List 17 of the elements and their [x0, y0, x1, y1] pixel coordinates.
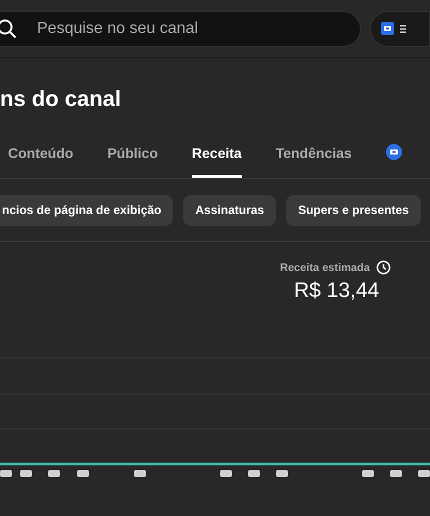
clock-icon — [376, 260, 391, 275]
tab[interactable]: Público — [107, 145, 158, 178]
app-icon — [386, 144, 402, 160]
metric-value: R$ 13,44 — [294, 279, 380, 303]
filter-chip[interactable]: Assinaturas — [183, 194, 276, 226]
page-title: ns do canal — [0, 86, 122, 112]
menu-icon — [400, 24, 406, 34]
filter-chip[interactable]: Supers e presentes — [286, 194, 421, 226]
metric-label: Receita estimada — [280, 262, 370, 274]
filter-chip[interactable]: ncios de página de exibição — [0, 194, 174, 226]
app-icon — [381, 22, 394, 35]
tab[interactable]: Receita — [192, 145, 242, 178]
tab[interactable]: Tendências — [276, 145, 352, 178]
tab[interactable]: Conteúdo — [8, 145, 74, 178]
search-icon — [0, 18, 17, 38]
extension-button[interactable] — [370, 10, 430, 46]
search-bar[interactable]: Pesquise no seu canal — [0, 10, 361, 46]
